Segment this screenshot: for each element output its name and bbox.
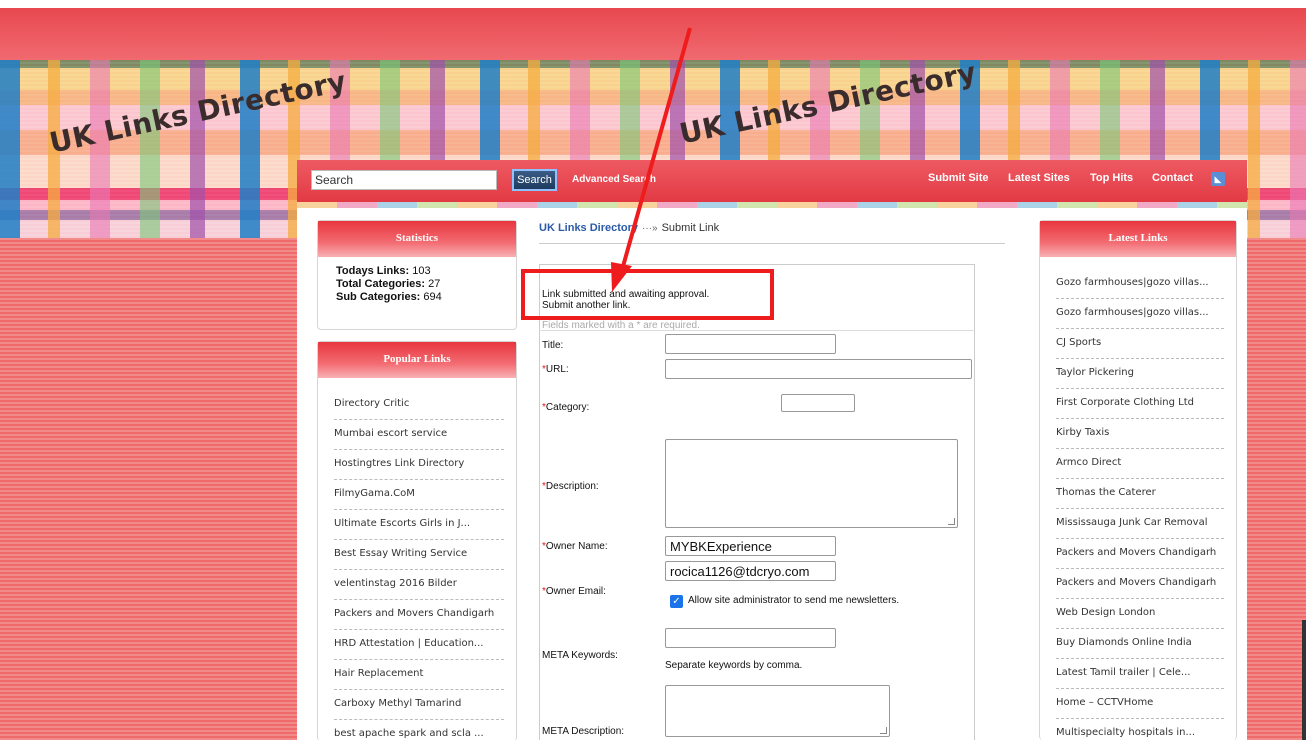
popular-link[interactable]: Hostingtres Link Directory — [334, 450, 504, 480]
sub-categories-label: Sub Categories: — [336, 291, 421, 303]
sub-categories-value: 694 — [423, 291, 442, 303]
nav-decor-strip — [297, 202, 1247, 208]
latest-link[interactable]: First Corporate Clothing Ltd — [1056, 389, 1224, 419]
popular-link[interactable]: Best Essay Writing Service — [334, 540, 504, 570]
category-label-text: Category: — [545, 402, 590, 413]
navbar: Search Advanced Search Submit Site Lates… — [297, 160, 1247, 202]
latest-link[interactable]: Packers and Movers Chandigarh — [1056, 539, 1224, 569]
popular-link[interactable]: best apache spark and scla ... — [334, 720, 504, 740]
advanced-search-link[interactable]: Advanced Search — [572, 174, 656, 185]
top-band — [0, 0, 1306, 60]
breadcrumb-divider — [539, 243, 1005, 244]
search-button[interactable]: Search — [512, 169, 557, 191]
newsletter-label: Allow site administrator to send me news… — [688, 595, 900, 606]
popular-link[interactable]: Mumbai escort service — [334, 420, 504, 450]
meta-keywords-label-text: META Keywords: — [542, 650, 618, 661]
nav-submit-site[interactable]: Submit Site — [928, 172, 989, 184]
scrollbar-handle[interactable] — [1302, 620, 1306, 740]
url-label: *URL: — [542, 364, 569, 375]
latest-links-box: Latest Links Gozo farmhouses|gozo villas… — [1039, 220, 1237, 740]
latest-link[interactable]: CJ Sports — [1056, 329, 1224, 359]
resize-grip-icon[interactable] — [880, 727, 887, 734]
latest-link[interactable]: Home – CCTVHome — [1056, 689, 1224, 719]
latest-link[interactable]: Kirby Taxis — [1056, 419, 1224, 449]
popular-link[interactable]: Packers and Movers Chandigarh — [334, 600, 504, 630]
latest-link[interactable]: Armco Direct — [1056, 449, 1224, 479]
title-label: Title: — [542, 340, 563, 351]
form-divider — [539, 330, 975, 331]
popular-link[interactable]: Carboxy Methyl Tamarind — [334, 690, 504, 720]
keywords-hint: Separate keywords by comma. — [665, 660, 803, 671]
rss-icon[interactable]: ◣ — [1211, 172, 1225, 186]
description-textarea[interactable] — [665, 439, 958, 528]
owner-name-field[interactable] — [665, 536, 836, 556]
owner-name-label: *Owner Name: — [542, 541, 608, 552]
latest-link[interactable]: Multispecialty hospitals in... — [1056, 719, 1224, 740]
latest-link[interactable]: Latest Tamil trailer | Cele... — [1056, 659, 1224, 689]
category-select[interactable] — [781, 394, 855, 412]
statistics-list: Todays Links: 103 Total Categories: 27 S… — [336, 265, 442, 304]
popular-link[interactable]: FilmyGama.CoM — [334, 480, 504, 510]
latest-link[interactable]: Web Design London — [1056, 599, 1224, 629]
statistics-title: Statistics — [318, 221, 516, 257]
statistics-box: Statistics Todays Links: 103 Total Categ… — [317, 220, 517, 330]
latest-link[interactable]: Mississauga Junk Car Removal — [1056, 509, 1224, 539]
todays-links-label: Todays Links: — [336, 265, 410, 277]
description-label: *Description: — [542, 481, 599, 492]
total-categories-value: 27 — [428, 278, 441, 290]
owner-email-label: *Owner Email: — [542, 586, 606, 597]
popular-link[interactable]: HRD Attestation | Education... — [334, 630, 504, 660]
url-label-text: URL: — [545, 364, 569, 375]
category-label: *Category: — [542, 402, 589, 413]
main-wrapper: Search Advanced Search Submit Site Lates… — [297, 160, 1247, 740]
popular-link[interactable]: Directory Critic — [334, 390, 504, 420]
breadcrumb-separator: ···» — [642, 223, 658, 234]
meta-description-textarea[interactable] — [665, 685, 890, 737]
latest-link[interactable]: Packers and Movers Chandigarh — [1056, 569, 1224, 599]
latest-links-list: Gozo farmhouses|gozo villas... Gozo farm… — [1056, 269, 1224, 740]
breadcrumb-home-link[interactable]: UK Links Directory — [539, 222, 638, 234]
meta-keywords-field[interactable] — [665, 628, 836, 648]
latest-links-title: Latest Links — [1040, 221, 1236, 257]
url-field[interactable] — [665, 359, 972, 379]
popular-links-box: Popular Links Directory Critic Mumbai es… — [317, 341, 517, 740]
latest-link[interactable]: Thomas the Caterer — [1056, 479, 1224, 509]
newsletter-checkbox[interactable]: ✓ — [670, 595, 683, 608]
resize-grip-icon[interactable] — [948, 518, 955, 525]
title-label-text: Title: — [542, 340, 564, 351]
description-label-text: Description: — [545, 481, 599, 492]
title-field[interactable] — [665, 334, 836, 354]
breadcrumb-current: Submit Link — [661, 222, 720, 234]
latest-link[interactable]: Buy Diamonds Online India — [1056, 629, 1224, 659]
latest-link[interactable]: Gozo farmhouses|gozo villas... — [1056, 299, 1224, 329]
total-categories-label: Total Categories: — [336, 278, 426, 290]
owner-email-field[interactable] — [665, 561, 836, 581]
popular-links-list: Directory Critic Mumbai escort service H… — [334, 390, 504, 740]
latest-link[interactable]: Taylor Pickering — [1056, 359, 1224, 389]
meta-description-label: META Description: — [542, 726, 624, 737]
owner-name-label-text: Owner Name: — [545, 541, 608, 552]
todays-links-value: 103 — [412, 265, 431, 277]
meta-keywords-label: META Keywords: — [542, 650, 618, 661]
popular-link[interactable]: Hair Replacement — [334, 660, 504, 690]
popular-link[interactable]: velentinstag 2016 Bilder — [334, 570, 504, 600]
nav-top-hits[interactable]: Top Hits — [1090, 172, 1133, 184]
breadcrumb: UK Links Directory ···» Submit Link — [539, 222, 719, 234]
owner-email-label-text: Owner Email: — [545, 586, 606, 597]
popular-link[interactable]: Ultimate Escorts Girls in J... — [334, 510, 504, 540]
nav-latest-sites[interactable]: Latest Sites — [1008, 172, 1070, 184]
nav-contact[interactable]: Contact — [1152, 172, 1193, 184]
latest-link[interactable]: Gozo farmhouses|gozo villas... — [1056, 269, 1224, 299]
popular-links-title: Popular Links — [318, 342, 516, 378]
meta-description-label-text: META Description: — [542, 726, 625, 737]
annotation-highlight-box — [521, 269, 774, 320]
search-input[interactable] — [311, 170, 497, 190]
